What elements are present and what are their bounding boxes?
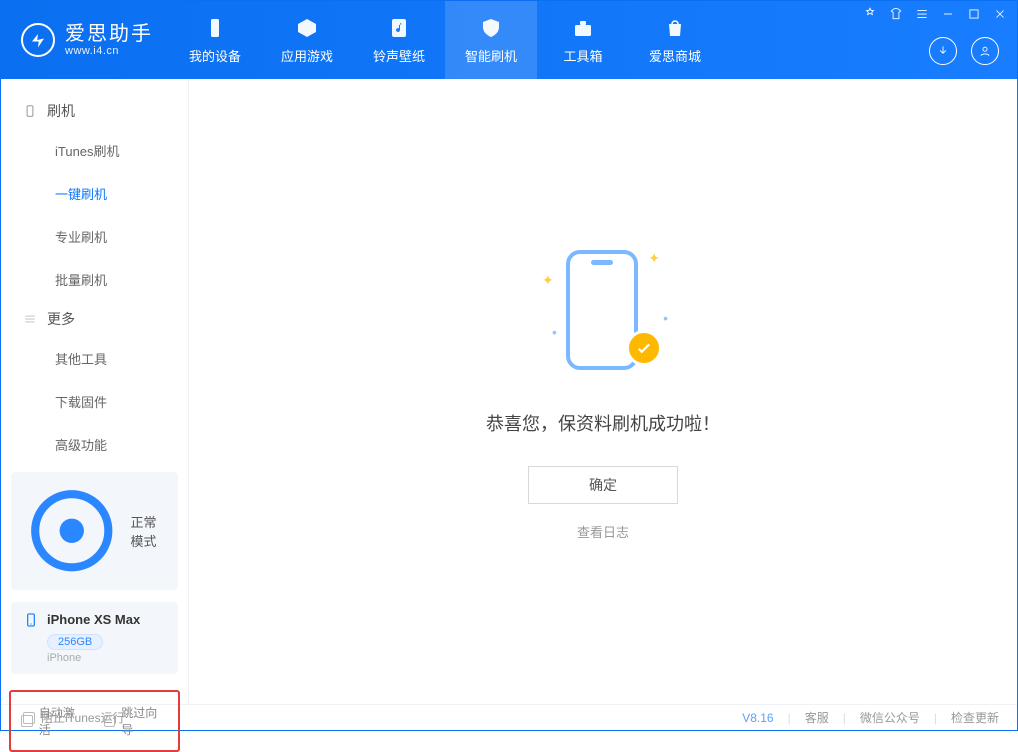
app-logo: 爱思助手 www.i4.cn	[1, 1, 169, 79]
sparkle-icon: ✦	[648, 250, 660, 267]
device-type: iPhone	[47, 652, 166, 664]
bag-icon	[663, 16, 687, 40]
tab-label: 铃声壁纸	[373, 46, 425, 65]
sidebar-item[interactable]: 其他工具	[1, 337, 188, 380]
footer-link[interactable]: 客服	[805, 709, 829, 726]
tab-bag[interactable]: 爱思商城	[629, 1, 721, 79]
skin-icon[interactable]	[889, 7, 903, 21]
sidebar-group-title: 更多	[47, 309, 75, 329]
ok-button[interactable]: 确定	[528, 466, 678, 504]
phone-icon	[23, 104, 37, 118]
tab-label: 应用游戏	[281, 46, 333, 65]
footer-link[interactable]: 微信公众号	[860, 709, 920, 726]
music-icon	[387, 16, 411, 40]
success-illustration: ✦ ✦ • •	[538, 242, 668, 382]
device-name: iPhone XS Max	[47, 612, 140, 627]
device-icon	[203, 16, 227, 40]
footer-right: V8.16 | 客服 | 微信公众号 | 检查更新	[742, 709, 999, 726]
tab-cube[interactable]: 应用游戏	[261, 1, 353, 79]
device-panel[interactable]: iPhone XS Max 256GB iPhone	[11, 602, 178, 674]
shield-icon	[479, 16, 503, 40]
minimize-icon[interactable]	[941, 7, 955, 21]
cube-icon	[295, 16, 319, 40]
logo-text: 爱思助手 www.i4.cn	[65, 23, 153, 57]
sidebar-item[interactable]: 专业刷机	[1, 215, 188, 258]
tab-toolbox[interactable]: 工具箱	[537, 1, 629, 79]
device-phone-icon	[23, 612, 39, 628]
sidebar-group-header: 刷机	[1, 93, 188, 129]
download-button[interactable]	[929, 37, 957, 65]
sidebar-nav: 刷机 iTunes刷机一键刷机专业刷机批量刷机更多其他工具下载固件高级功能	[1, 79, 188, 466]
main-content: ✦ ✦ • • 恭喜您，保资料刷机成功啦！ 确定 查看日志	[189, 79, 1017, 704]
sidebar-group-title: 刷机	[47, 101, 75, 121]
version-label: V8.16	[742, 711, 773, 725]
sparkle-icon: •	[552, 324, 557, 340]
feedback-icon[interactable]	[863, 7, 877, 21]
success-check-badge	[626, 330, 662, 366]
separator: |	[788, 711, 791, 725]
mode-label: 正常模式	[131, 512, 166, 550]
menu-icon	[23, 312, 37, 326]
sidebar: 刷机 iTunes刷机一键刷机专业刷机批量刷机更多其他工具下载固件高级功能 正常模…	[1, 79, 189, 704]
app-name-cn: 爱思助手	[65, 23, 153, 45]
mode-icon	[23, 482, 121, 580]
tab-shield[interactable]: 智能刷机	[445, 1, 537, 79]
tab-label: 智能刷机	[465, 46, 517, 65]
separator: |	[843, 711, 846, 725]
tab-label: 我的设备	[189, 46, 241, 65]
header-right-icons	[929, 37, 999, 65]
view-log-link[interactable]: 查看日志	[577, 522, 629, 541]
tab-music[interactable]: 铃声壁纸	[353, 1, 445, 79]
success-message: 恭喜您，保资料刷机成功啦！	[486, 410, 720, 436]
sidebar-item[interactable]: iTunes刷机	[1, 129, 188, 172]
footer-link[interactable]: 检查更新	[951, 709, 999, 726]
sidebar-item[interactable]: 批量刷机	[1, 258, 188, 301]
separator: |	[934, 711, 937, 725]
account-button[interactable]	[971, 37, 999, 65]
window-controls	[863, 7, 1007, 21]
sidebar-item[interactable]: 一键刷机	[1, 172, 188, 215]
mode-panel[interactable]: 正常模式	[11, 472, 178, 590]
header: 爱思助手 www.i4.cn 我的设备 应用游戏 铃声壁纸 智能刷机 工具箱 爱…	[1, 1, 1017, 79]
close-icon[interactable]	[993, 7, 1007, 21]
body: 刷机 iTunes刷机一键刷机专业刷机批量刷机更多其他工具下载固件高级功能 正常模…	[1, 79, 1017, 704]
sidebar-item[interactable]: 下载固件	[1, 380, 188, 423]
option-label: 跳过向导	[121, 704, 168, 738]
block-itunes-checkbox[interactable]: 阻止iTunes运行	[23, 709, 125, 726]
tab-label: 工具箱	[563, 46, 602, 65]
app-name-en: www.i4.cn	[65, 45, 153, 57]
device-storage: 256GB	[47, 634, 103, 650]
sparkle-icon: •	[663, 310, 668, 326]
tab-label: 爱思商城	[649, 46, 701, 65]
top-tabs: 我的设备 应用游戏 铃声壁纸 智能刷机 工具箱 爱思商城	[169, 1, 721, 79]
sparkle-icon: ✦	[542, 272, 554, 289]
toolbox-icon	[571, 16, 595, 40]
tab-device[interactable]: 我的设备	[169, 1, 261, 79]
logo-icon	[21, 23, 55, 57]
sidebar-item[interactable]: 高级功能	[1, 423, 188, 466]
block-itunes-label: 阻止iTunes运行	[41, 709, 125, 726]
menu-icon[interactable]	[915, 7, 929, 21]
sidebar-group-header: 更多	[1, 301, 188, 337]
maximize-icon[interactable]	[967, 7, 981, 21]
checkbox-icon	[23, 712, 35, 724]
